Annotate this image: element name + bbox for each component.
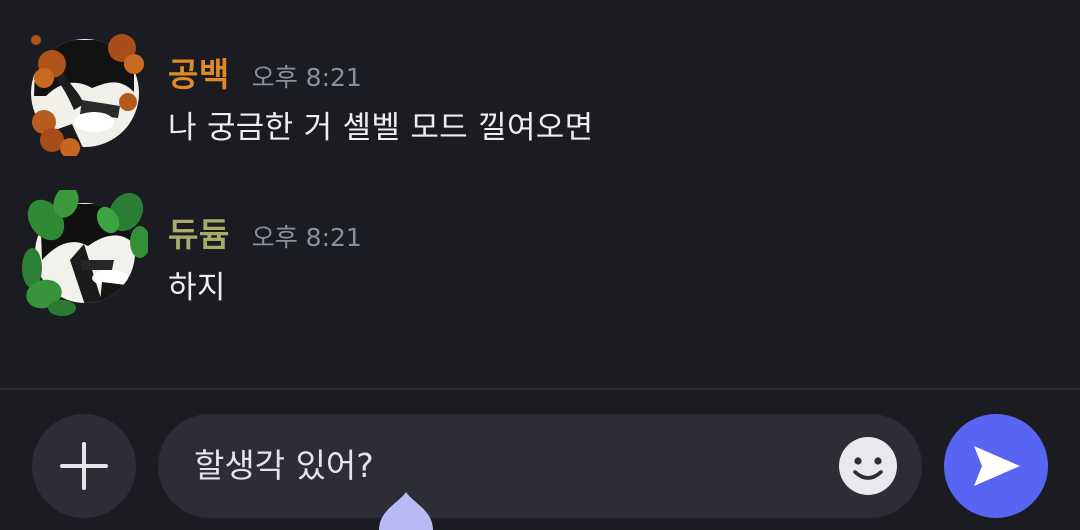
message-header: 공백 오후 8:21 <box>168 48 362 96</box>
message-list: 공백 오후 8:21 나 궁금한 거 셸벨 모드 낄여오면 듀듐 오후 8:21… <box>0 0 1080 388</box>
message-input[interactable]: 할생각 있어? <box>158 414 922 518</box>
message-input-value: 할생각 있어? <box>194 446 374 485</box>
avatar[interactable] <box>22 190 148 316</box>
composer-bar: 할생각 있어? <box>0 390 1080 530</box>
avatar[interactable] <box>22 30 148 156</box>
plus-icon <box>60 442 108 490</box>
username[interactable]: 듀듐 <box>168 208 230 256</box>
send-button[interactable] <box>944 414 1048 518</box>
drag-handle-icon[interactable] <box>379 492 433 530</box>
timestamp: 오후 8:21 <box>251 223 362 252</box>
timestamp: 오후 8:21 <box>251 63 362 92</box>
message-header: 듀듐 오후 8:21 <box>168 208 362 256</box>
paper-plane-icon <box>974 446 1020 486</box>
username[interactable]: 공백 <box>168 48 230 96</box>
attach-button[interactable] <box>32 414 136 518</box>
message-text: 하지 <box>168 270 226 306</box>
message-text: 나 궁금한 거 셸벨 모드 낄여오면 <box>168 110 594 146</box>
emoji-button[interactable] <box>838 436 898 496</box>
smiley-face-icon <box>839 437 897 495</box>
